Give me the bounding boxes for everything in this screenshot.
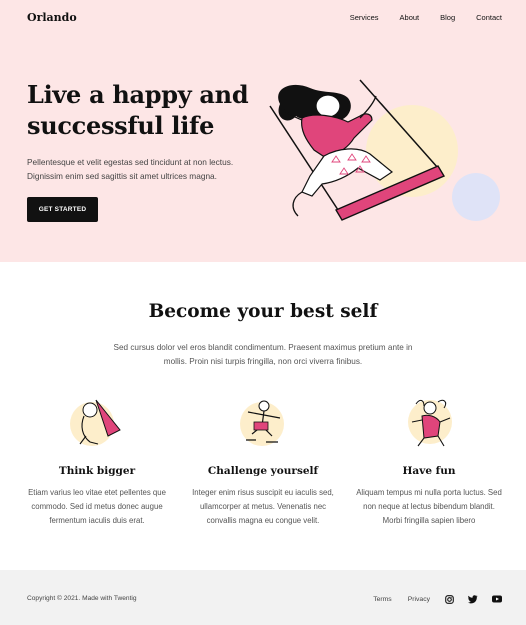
hero-text: Pellentesque et velit egestas sed tincid… [27,157,234,181]
section-title: Become your best self [148,301,378,322]
blue-circle-shape [452,173,500,221]
feature-text: Etiam varius leo vitae etet pellentes qu… [28,488,166,525]
footer-link-privacy[interactable]: Privacy [408,596,430,603]
have-fun-illustration [408,399,452,447]
feature-title: Have fun [402,465,456,477]
hero-section: Orlando Services About Blog Contact Live… [0,0,526,262]
feature-text: Aliquam tempus mi nulla porta luctus. Se… [356,488,502,525]
footer-link-terms[interactable]: Terms [373,596,392,603]
think-bigger-illustration [70,399,121,446]
instagram-icon[interactable] [444,594,454,604]
copyright-text: Copyright © 2021. Made with Twentig [27,595,137,602]
challenge-yourself-illustration [240,400,284,446]
nav-item-services[interactable]: Services [350,13,379,22]
nav-item-about[interactable]: About [400,13,420,22]
footer-links: Terms Privacy [357,594,502,604]
nav-item-blog[interactable]: Blog [440,13,455,22]
main-nav: Services About Blog Contact [329,13,502,22]
swing-illustration [269,79,500,221]
nav-item-contact[interactable]: Contact [476,13,502,22]
get-started-button[interactable]: GET STARTED [27,197,98,222]
twitter-icon[interactable] [468,594,478,604]
feature-title: Challenge yourself [207,465,319,477]
feature-text: Integer enim risus suscipit eu iaculis s… [192,488,334,525]
site-title[interactable]: Orlando [27,11,77,24]
hero-title: Live a happy and successful life [27,80,249,140]
feature-title: Think bigger [58,465,136,477]
youtube-icon[interactable] [492,594,502,604]
section-text: Sed cursus dolor vel eros blandit condim… [113,343,413,366]
feature-think-bigger: Think bigger Etiam varius leo vitae etet… [22,392,172,528]
feature-challenge-yourself: Challenge yourself Integer enim risus su… [188,392,338,528]
feature-have-fun: Have fun Aliquam tempus mi nulla porta l… [354,392,504,528]
site-footer: Copyright © 2021. Made with Twentig Term… [0,570,526,625]
